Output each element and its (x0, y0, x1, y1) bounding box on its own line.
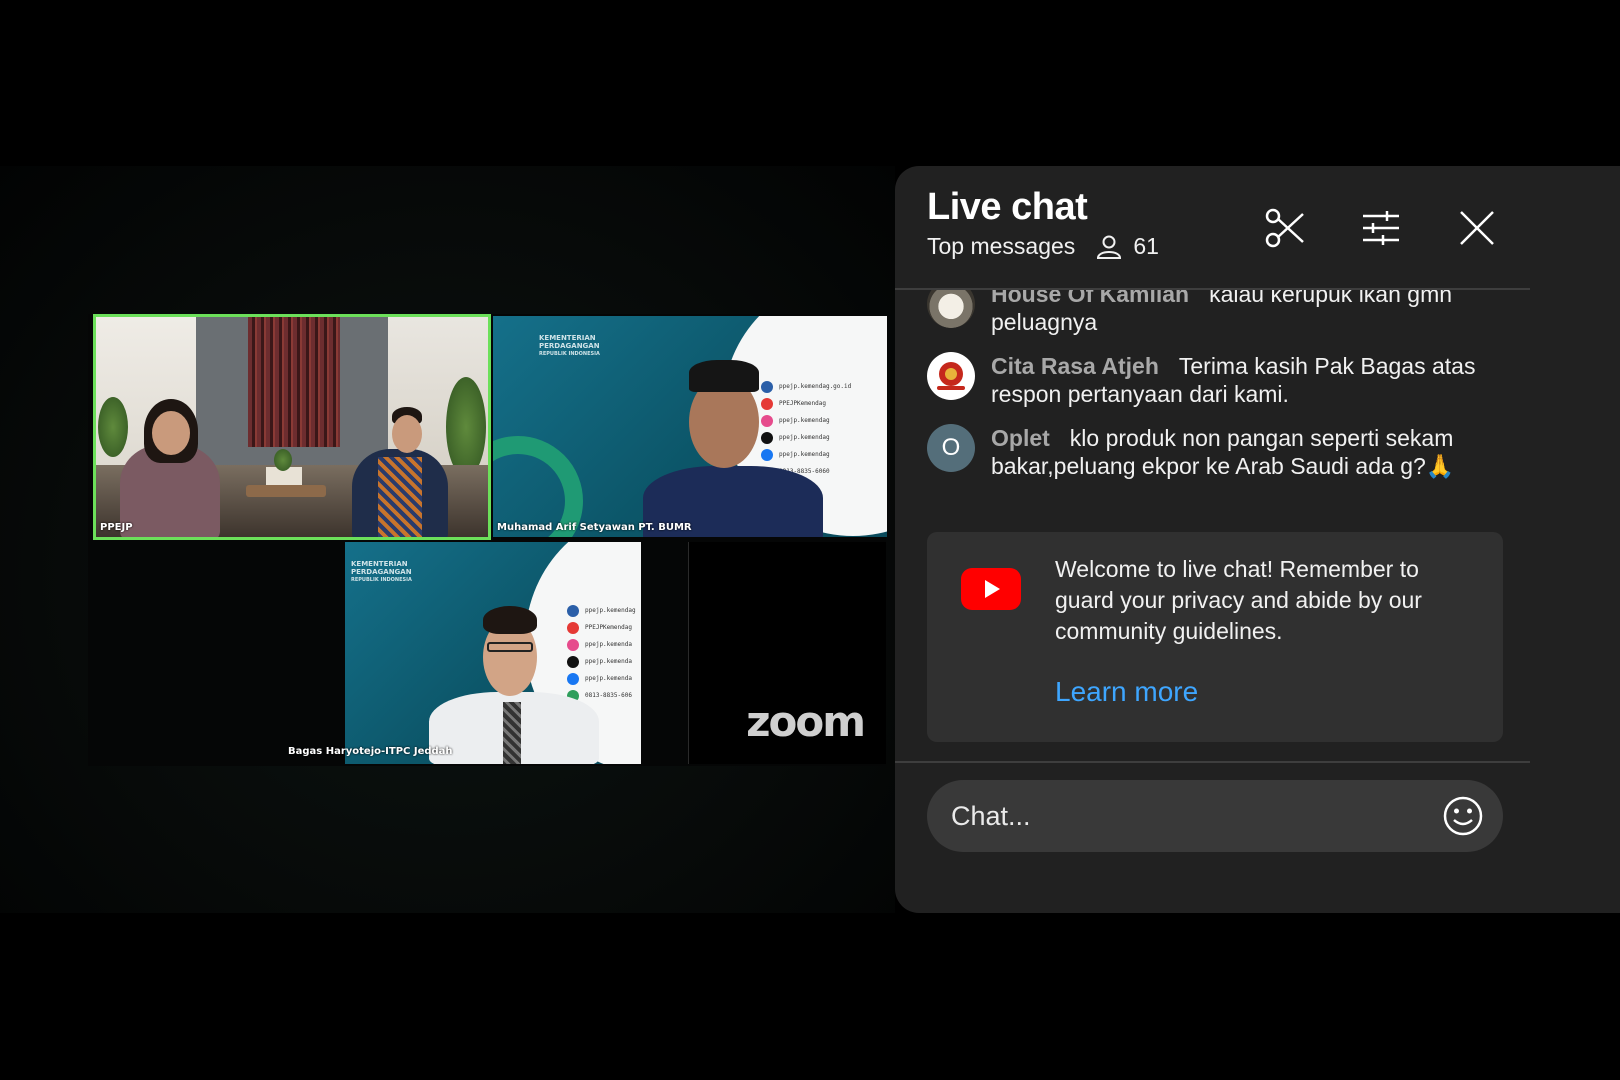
avatar (927, 290, 975, 328)
chat-message: O Oplet klo produk non pangan seperti sek… (927, 424, 1517, 480)
chat-title: Live chat (927, 186, 1088, 228)
social-links: ppejp.kemendag PPEJPKemendag ppejp.kemen… (567, 602, 636, 704)
welcome-message: Welcome to live chat! Remember to guard … (1055, 556, 1422, 644)
person-icon (1095, 235, 1123, 259)
zoom-gallery: PPEJP KEMENTERIAN PERDAGANGAN REPUBLIK I… (88, 314, 887, 766)
close-icon[interactable] (1455, 206, 1499, 250)
avatar: O (927, 424, 975, 472)
message-author[interactable]: House Of Kamilah (991, 290, 1189, 307)
divider (895, 761, 1530, 763)
screen: PPEJP KEMENTERIAN PERDAGANGAN REPUBLIK I… (0, 0, 1620, 1080)
learn-more-link[interactable]: Learn more (1055, 676, 1198, 708)
video-player[interactable]: PPEJP KEMENTERIAN PERDAGANGAN REPUBLIK I… (0, 166, 895, 913)
ulos-cloth (248, 317, 340, 447)
chat-message: House Of Kamilah kalau kerupuk ikan gmn p… (927, 290, 1517, 336)
zoom-logo: zoom (746, 697, 866, 746)
chat-message: Cita Rasa Atjeh Terima kasih Pak Bagas at… (927, 352, 1517, 408)
youtube-icon (961, 568, 1021, 610)
live-chat-panel: Live chat Top messages 61 House Of Kamil… (895, 166, 1620, 913)
participant-name: Muhamad Arif Setyawan PT. BUMR (497, 522, 692, 533)
viewer-count: 61 (1133, 233, 1159, 259)
chat-input[interactable] (951, 780, 1411, 852)
scissors-icon[interactable] (1263, 206, 1307, 250)
chat-message-list[interactable]: House Of Kamilah kalau kerupuk ikan gmn p… (895, 290, 1530, 520)
ministry-logo: KEMENTERIAN PERDAGANGAN REPUBLIK INDONES… (539, 334, 600, 357)
video-tile-empty: zoom (688, 542, 886, 764)
smiley-icon[interactable] (1441, 794, 1485, 838)
chat-header: Live chat Top messages 61 (927, 186, 1159, 260)
message-author[interactable]: Oplet (991, 425, 1050, 451)
message-author[interactable]: Cita Rasa Atjeh (991, 353, 1159, 379)
sliders-icon[interactable] (1359, 206, 1403, 250)
participant-name: Bagas Haryotejo-ITPC Jeddah (288, 746, 453, 757)
chat-input-box[interactable] (927, 780, 1503, 852)
participant-name: PPEJP (100, 522, 133, 533)
chat-mode-selector[interactable]: Top messages (927, 233, 1075, 260)
video-tile-arif: KEMENTERIAN PERDAGANGAN REPUBLIK INDONES… (493, 316, 887, 537)
social-links: ppejp.kemendag.go.id PPEJPKemendag ppejp… (761, 378, 851, 480)
welcome-card: Welcome to live chat! Remember to guard … (927, 532, 1503, 742)
ministry-logo: KEMENTERIAN PERDAGANGAN REPUBLIK INDONES… (351, 560, 412, 583)
video-tile-bagas: KEMENTERIAN PERDAGANGAN REPUBLIK INDONES… (345, 542, 641, 764)
avatar (927, 352, 975, 400)
video-tile-ppejp: PPEJP (93, 314, 491, 540)
message-text: klo produk non pangan seperti sekam baka… (991, 425, 1455, 479)
